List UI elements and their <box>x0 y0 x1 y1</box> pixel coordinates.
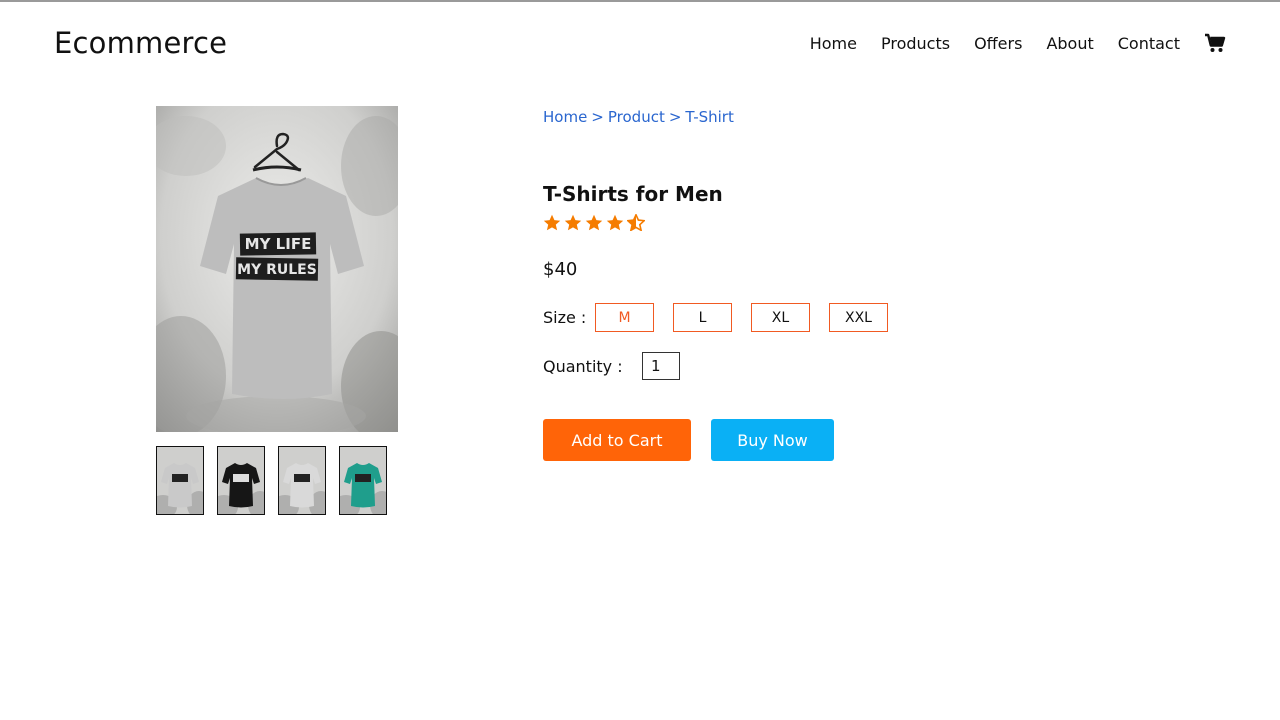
product-price: $40 <box>543 259 578 280</box>
tshirt-print-line1: MY LIFE <box>245 235 312 253</box>
nav-home[interactable]: Home <box>810 34 857 53</box>
size-option-l[interactable]: L <box>673 303 732 332</box>
nav-contact[interactable]: Contact <box>1118 34 1180 53</box>
size-option-xl[interactable]: XL <box>751 303 810 332</box>
product-title: T-Shirts for Men <box>543 182 723 206</box>
action-buttons: Add to Cart Buy Now <box>543 419 834 461</box>
product-main-image: MY LIFE MY RULES <box>156 106 398 432</box>
product-details: Home > Product > T-Shirt T-Shirts for Men $4… <box>543 108 1143 461</box>
top-border <box>0 0 1280 2</box>
thumbnail-teal[interactable] <box>339 446 387 515</box>
star-icon <box>627 214 645 231</box>
thumbnail-grey[interactable] <box>156 446 204 515</box>
tshirt-print-line2: MY RULES <box>237 262 317 278</box>
quantity-input[interactable] <box>642 352 680 380</box>
star-icon <box>585 214 603 231</box>
breadcrumb-product[interactable]: Product <box>608 108 665 126</box>
breadcrumb-tshirt[interactable]: T-Shirt <box>685 108 733 126</box>
size-label: Size : <box>543 308 587 327</box>
add-to-cart-button[interactable]: Add to Cart <box>543 419 691 461</box>
nav-products[interactable]: Products <box>881 34 950 53</box>
breadcrumb: Home > Product > T-Shirt <box>543 108 1143 126</box>
star-icon <box>564 214 582 231</box>
star-icon <box>606 214 624 231</box>
star-icon <box>543 214 561 231</box>
size-option-m[interactable]: M <box>595 303 654 332</box>
buy-now-button[interactable]: Buy Now <box>711 419 834 461</box>
quantity-label: Quantity : <box>543 356 623 376</box>
size-option-xxl[interactable]: XXL <box>829 303 888 332</box>
quantity-row: Quantity : <box>543 352 680 380</box>
rating-stars <box>543 214 648 231</box>
breadcrumb-home[interactable]: Home <box>543 108 587 126</box>
thumbnail-strip <box>156 446 387 515</box>
site-logo[interactable]: Ecommerce <box>54 26 227 60</box>
thumbnail-light-grey[interactable] <box>278 446 326 515</box>
nav-offers[interactable]: Offers <box>974 34 1022 53</box>
size-selector: Size : M L XL XXL <box>543 303 907 332</box>
shopping-cart-icon[interactable] <box>1204 32 1226 54</box>
thumbnail-black[interactable] <box>217 446 265 515</box>
breadcrumb-separator: > <box>591 108 604 126</box>
nav-about[interactable]: About <box>1046 34 1093 53</box>
main-nav: Home Products Offers About Contact <box>810 32 1226 54</box>
breadcrumb-separator: > <box>668 108 682 126</box>
